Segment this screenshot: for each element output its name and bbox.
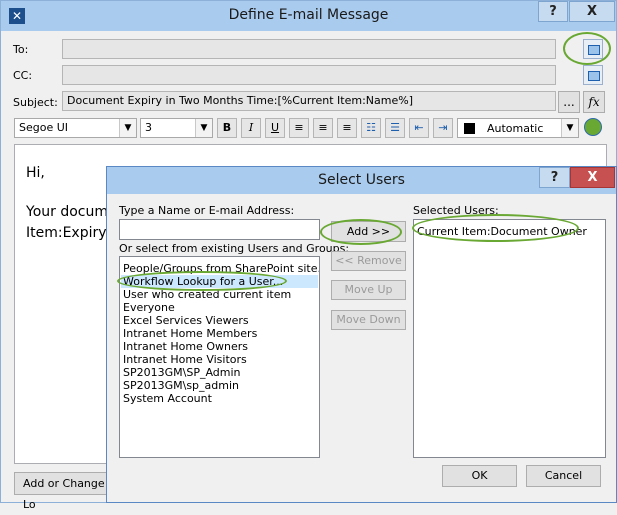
- list-item[interactable]: Workflow Lookup for a User...: [123, 275, 283, 288]
- select-users-dialog: Select Users ? X Type a Name or E-mail A…: [106, 166, 617, 503]
- chevron-down-icon[interactable]: ▼: [119, 119, 136, 137]
- body-line: Your docum: [26, 204, 108, 220]
- name-label: Type a Name or E-mail Address:: [119, 204, 295, 217]
- chevron-down-icon[interactable]: ▼: [195, 119, 212, 137]
- font-name-combo[interactable]: Segoe UI ▼: [14, 118, 137, 138]
- hyperlink-icon[interactable]: [584, 118, 602, 136]
- increase-indent-icon[interactable]: ⇥: [433, 118, 453, 138]
- bullet-list-icon[interactable]: ☰: [385, 118, 405, 138]
- align-right-icon[interactable]: ≡: [337, 118, 357, 138]
- main-close-button[interactable]: X: [569, 1, 615, 22]
- align-left-icon[interactable]: ≡: [289, 118, 309, 138]
- bold-button[interactable]: B: [217, 118, 237, 138]
- add-or-change-lookup-button[interactable]: Add or Change Lo: [14, 472, 114, 511]
- body-line: Hi,: [26, 165, 45, 181]
- list-item[interactable]: Intranet Home Visitors: [123, 353, 247, 366]
- italic-button[interactable]: I: [241, 118, 261, 138]
- dialog-help-button[interactable]: ?: [539, 167, 570, 188]
- subject-label: Subject:: [13, 96, 58, 109]
- add-button[interactable]: Add >>: [331, 221, 406, 242]
- main-title: Define E-mail Message: [228, 7, 389, 23]
- font-size-combo[interactable]: 3 ▼: [140, 118, 213, 138]
- cc-address-book-icon[interactable]: [583, 65, 603, 85]
- name-input[interactable]: [119, 219, 320, 240]
- move-down-button[interactable]: Move Down: [331, 310, 406, 330]
- color-swatch: [464, 123, 475, 134]
- selected-users-list[interactable]: Current Item:Document Owner: [413, 219, 606, 458]
- numbered-list-icon[interactable]: ☷: [361, 118, 381, 138]
- list-item[interactable]: Intranet Home Owners: [123, 340, 248, 353]
- to-field[interactable]: [62, 39, 556, 59]
- font-size-value: 3: [145, 121, 152, 134]
- to-address-book-icon[interactable]: [583, 39, 603, 59]
- main-help-button[interactable]: ?: [538, 1, 568, 22]
- existing-users-list[interactable]: People/Groups from SharePoint site... Wo…: [119, 256, 320, 458]
- main-title-bar: ✕ Define E-mail Message ? X: [1, 1, 616, 31]
- list-item[interactable]: System Account: [123, 392, 212, 405]
- body-line: Item:Expiry: [26, 225, 107, 241]
- font-name-value: Segoe UI: [19, 121, 69, 134]
- list-item[interactable]: Current Item:Document Owner: [417, 225, 587, 238]
- font-color-combo[interactable]: Automatic ▼: [457, 118, 579, 138]
- list-item[interactable]: SP2013GM\SP_Admin: [123, 366, 241, 379]
- decrease-indent-icon[interactable]: ⇤: [409, 118, 429, 138]
- underline-button[interactable]: U: [265, 118, 285, 138]
- subject-field[interactable]: Document Expiry in Two Months Time:[%Cur…: [62, 91, 556, 111]
- subject-ellipsis-button[interactable]: ...: [558, 91, 580, 113]
- cc-field[interactable]: [62, 65, 556, 85]
- cancel-button[interactable]: Cancel: [526, 465, 601, 487]
- ok-button[interactable]: OK: [442, 465, 517, 487]
- existing-label: Or select from existing Users and Groups…: [119, 242, 350, 255]
- list-item[interactable]: SP2013GM\sp_admin: [123, 379, 239, 392]
- to-label: To:: [13, 43, 29, 56]
- list-item[interactable]: Everyone: [123, 301, 175, 314]
- remove-button[interactable]: << Remove: [331, 251, 406, 271]
- list-item[interactable]: User who created current item: [123, 288, 291, 301]
- list-item[interactable]: Intranet Home Members: [123, 327, 257, 340]
- align-center-icon[interactable]: ≡: [313, 118, 333, 138]
- chevron-down-icon[interactable]: ▼: [561, 119, 578, 137]
- list-item[interactable]: Excel Services Viewers: [123, 314, 249, 327]
- list-item[interactable]: People/Groups from SharePoint site...: [123, 262, 319, 275]
- dialog-title-bar: Select Users ? X: [107, 167, 616, 194]
- move-up-button[interactable]: Move Up: [331, 280, 406, 300]
- selected-label: Selected Users:: [413, 204, 499, 217]
- fx-icon[interactable]: fx: [583, 91, 605, 113]
- dialog-close-button[interactable]: X: [570, 167, 615, 188]
- cc-label: CC:: [13, 69, 33, 82]
- font-color-value: Automatic: [487, 122, 544, 135]
